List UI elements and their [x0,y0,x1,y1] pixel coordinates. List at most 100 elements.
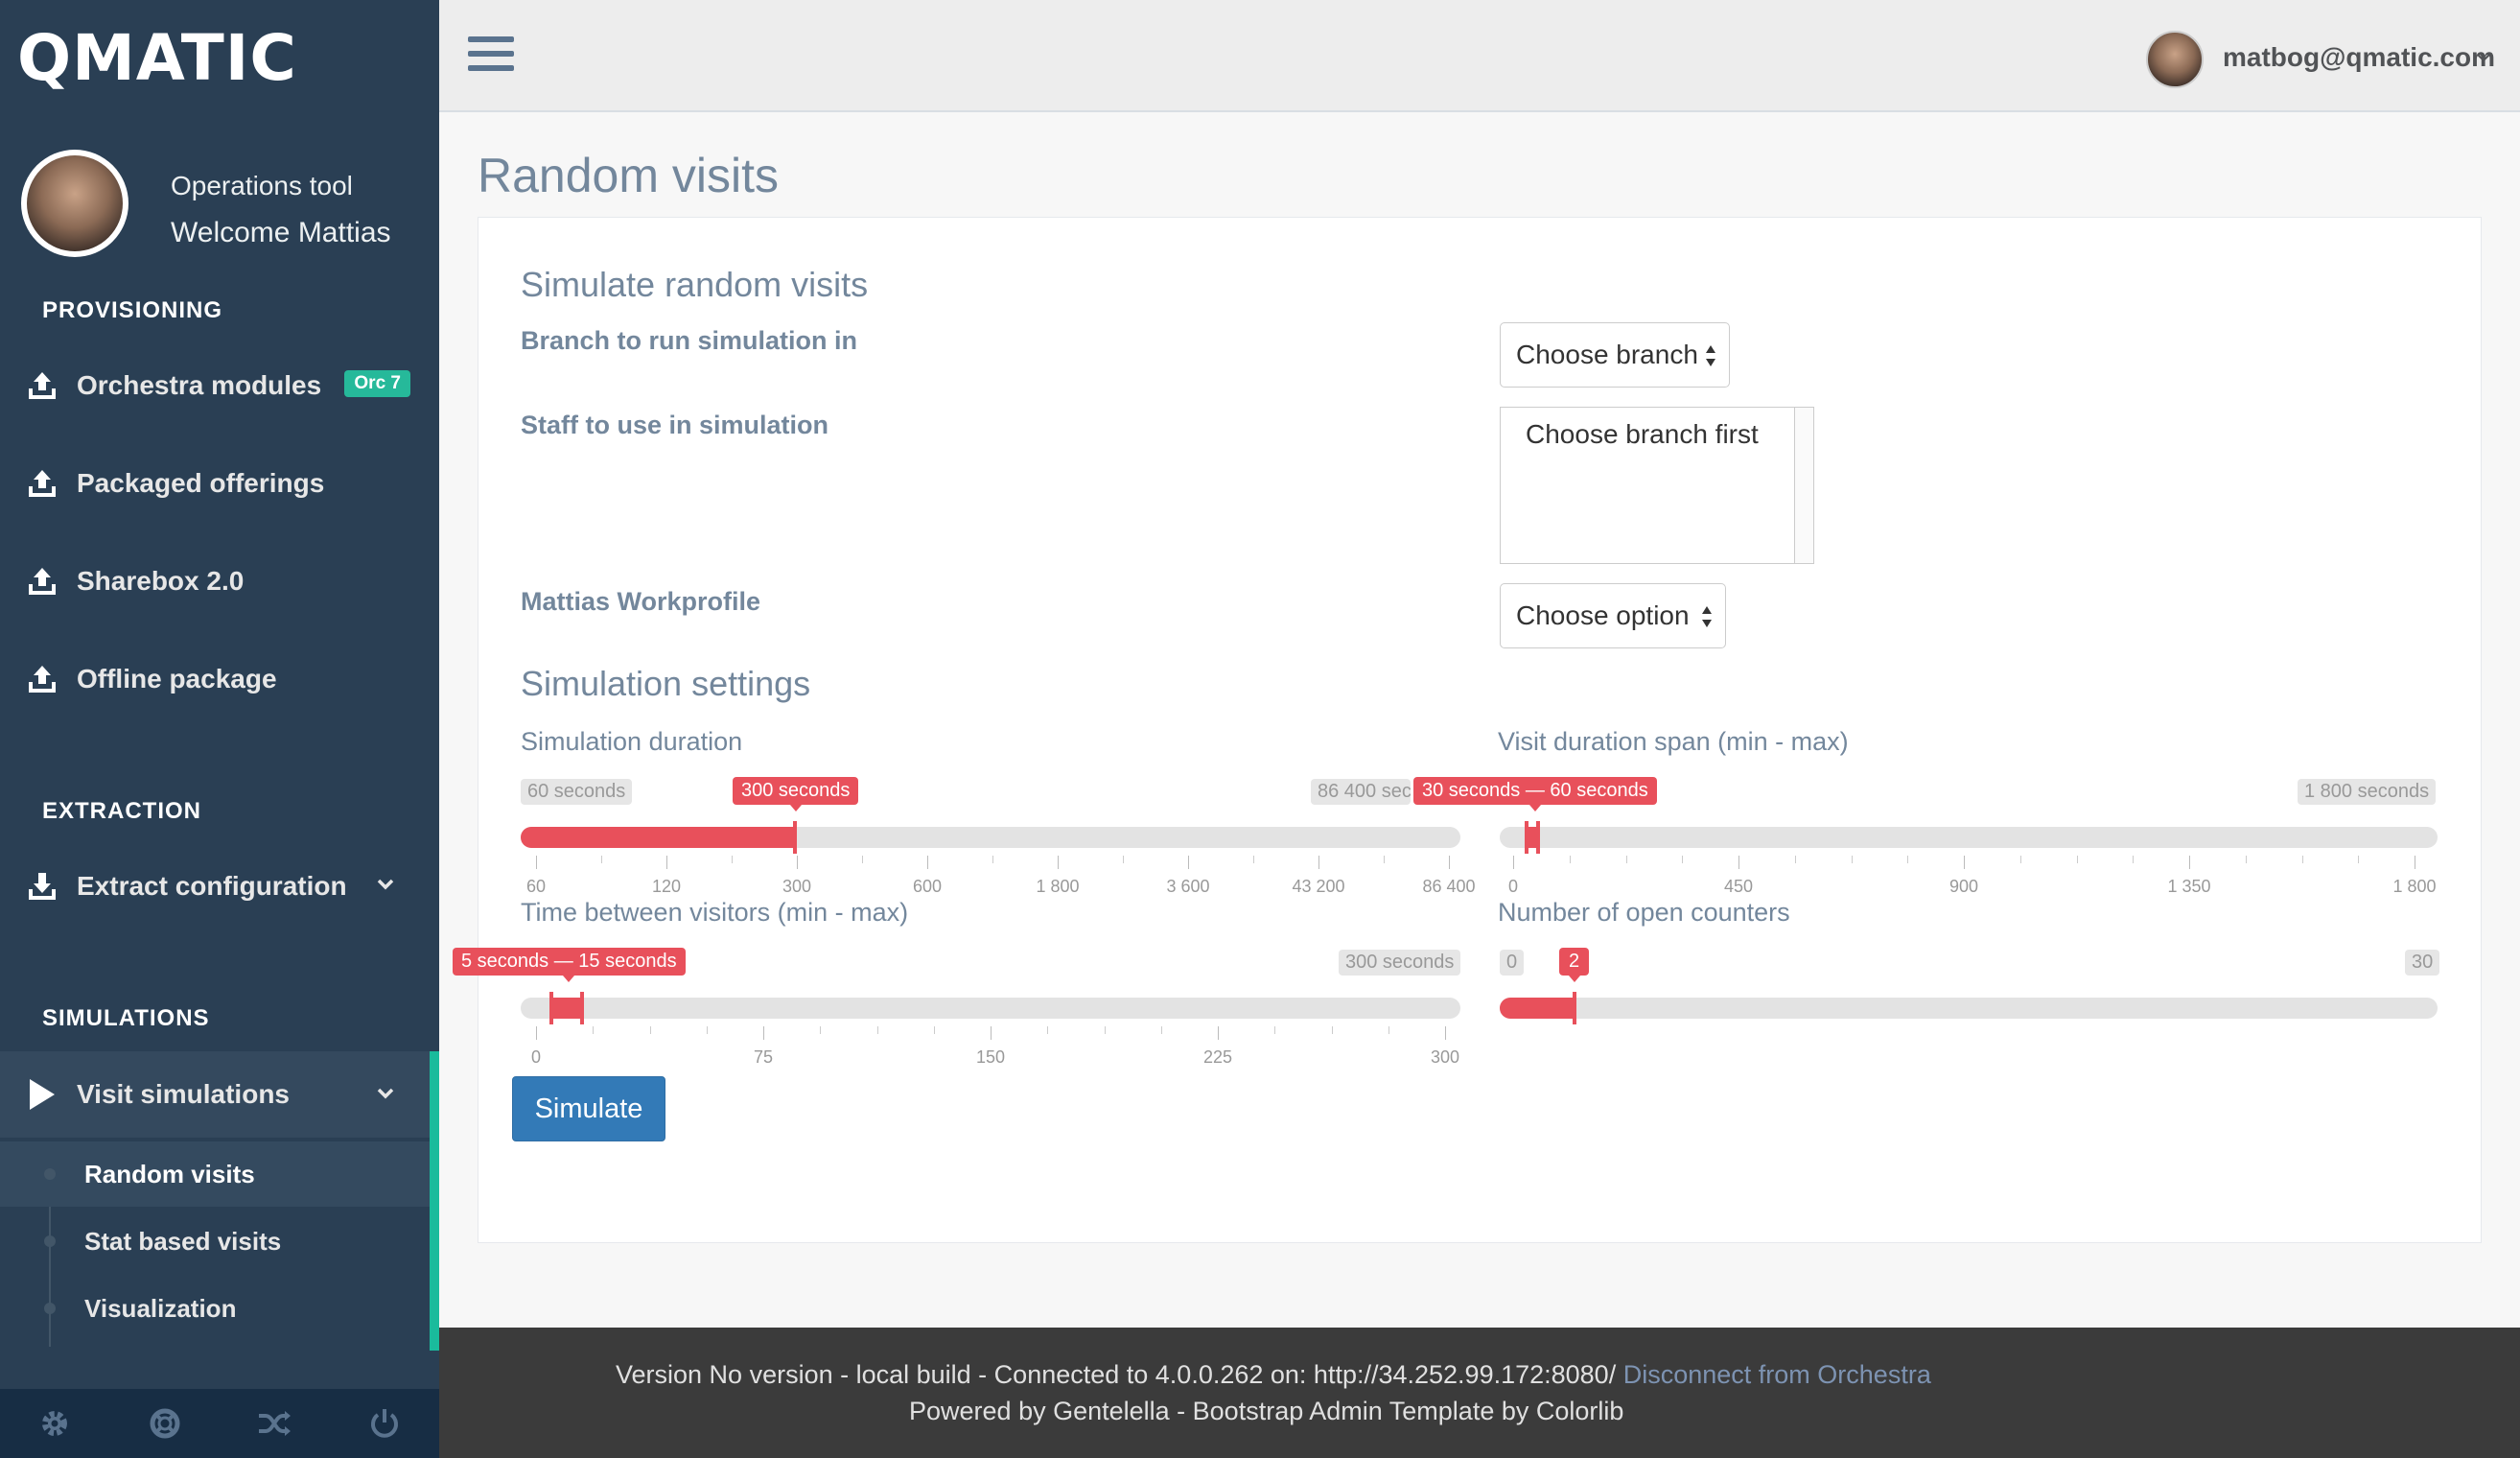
hamburger-menu-icon[interactable] [468,36,514,75]
slider-tick [1449,856,1450,869]
duration-max-label: 86 400 seconds [1311,779,1411,805]
play-icon [25,1077,59,1112]
chevron-down-icon [377,1088,394,1099]
sidebar-subitem-visualization[interactable]: Visualization [0,1276,430,1341]
counters-slider[interactable] [1500,992,2438,1024]
slider-tick [1445,1026,1446,1040]
slider-tick-label: 225 [1202,1047,1233,1067]
duration-min-label: 60 seconds [521,779,633,805]
help-button[interactable] [110,1389,221,1458]
page-title: Random visits [478,149,779,202]
slider-tick [1331,1026,1333,1034]
slider-tick-label: 43 200 [1292,877,1345,896]
section-title-simulate: Simulate random visits [521,265,869,304]
slider-tick [2133,856,2135,863]
slider-track [1500,998,2438,1019]
top-nav: matbog@qmatic.com [439,0,2520,112]
simulations-submenu: Random visits Stat based visits Visualiz… [0,1141,439,1351]
submenu-dot [44,1235,56,1247]
slider-tick-label: 900 [1948,877,1979,896]
logout-button[interactable] [330,1389,440,1458]
slider-tick-label: 0 [530,1047,542,1067]
submenu-dot [44,1168,56,1180]
slider-tick-label: 3 600 [1166,877,1210,896]
duration-slider-handle[interactable] [793,821,797,854]
slider-tick-label: 120 [651,877,682,896]
disconnect-link[interactable]: Disconnect from Orchestra [1623,1360,1931,1389]
counters-slider-handle[interactable] [1573,992,1576,1024]
section-extraction: EXTRACTION [42,798,201,824]
slider-tick [706,1026,708,1034]
staff-multiselect[interactable]: Choose branch first [1500,407,1814,564]
slider-tick-label: 86 400 [1422,877,1476,896]
slider-tick-label: 60 [525,877,547,896]
slider-tick [649,1026,651,1034]
footer-version-text: Version No version - local build - Conne… [616,1360,1617,1389]
slider-tick [1058,856,1059,869]
subitem-label: Random visits [84,1159,255,1188]
sidebar-item-label: Offline package [77,664,277,694]
duration-slider[interactable] [521,821,1460,854]
slider-tick [2245,856,2247,863]
slider-tick [991,1026,992,1040]
duration-value-tooltip: 300 seconds [733,777,859,811]
slider-tick [1907,856,1909,863]
slider-fill [551,998,582,1019]
counters-max-label: 30 [2405,950,2440,976]
user-avatar[interactable] [2146,31,2204,88]
user-menu[interactable]: matbog@qmatic.com [2223,42,2495,73]
slider-tick-label: 0 [1507,877,1519,896]
qmatic-logo[interactable]: QMATIC [17,21,297,95]
slider-tick [797,856,798,869]
profile-title: Operations tool [171,171,353,200]
slider-tick-label: 600 [912,877,943,896]
staff-list-scrollbar[interactable] [1794,408,1813,563]
sidebar-item-visit-simulations[interactable]: Visit simulations [0,1051,439,1138]
slider-tick [1964,856,1965,869]
slider-tick [601,856,602,863]
sidebar-item-packaged-offerings[interactable]: Packaged offerings [0,445,439,522]
shuffle-button[interactable] [220,1389,330,1458]
chevron-down-icon[interactable] [2474,48,2493,67]
sidebar-subitem-random-visits[interactable]: Random visits [0,1141,430,1207]
slider-tick-label: 300 [782,877,812,896]
sidebar-item-offline-package[interactable]: Offline package [0,641,439,717]
sidebar-item-sharebox[interactable]: Sharebox 2.0 [0,543,439,620]
between-max-label: 300 seconds [1339,950,1461,976]
slider-tick [2189,856,2190,869]
section-simulations: SIMULATIONS [42,1005,210,1031]
lifebuoy-icon [150,1408,180,1439]
branch-label: Branch to run simulation in [521,326,858,355]
sidebar-item-extract-configuration[interactable]: Extract configuration [0,848,439,925]
simulate-button[interactable]: Simulate [512,1076,665,1141]
slider-tick [2019,856,2021,863]
visit-span-max-handle[interactable] [1536,821,1540,854]
between-slider[interactable] [521,992,1460,1024]
slider-tick [1388,1026,1389,1034]
slider-tick [536,1026,537,1040]
footer-credits: Powered by Gentelella - Bootstrap Admin … [909,1397,1624,1425]
slider-tick [2076,856,2078,863]
sidebar-subitem-stat-based-visits[interactable]: Stat based visits [0,1209,430,1274]
branch-select-value: Choose branch [1516,340,1698,369]
slider-tick [1253,856,1254,863]
sidebar: QMATIC Operations tool Welcome Mattias P… [0,0,439,1458]
sidebar-item-label: Visit simulations [77,1079,290,1109]
power-icon [370,1409,398,1438]
slider-tick [763,1026,764,1040]
slider-tick [666,856,667,869]
between-max-handle[interactable] [580,992,584,1024]
visit-span-slider[interactable] [1500,821,2438,854]
between-label: Time between visitors (min - max) [521,898,909,927]
upload-icon [25,564,59,599]
between-min-handle[interactable] [549,992,553,1024]
branch-select[interactable]: Choose branch [1500,322,1730,388]
select-arrows-icon [1706,345,1715,366]
slider-tick [1274,1026,1276,1034]
visit-span-min-handle[interactable] [1525,821,1528,854]
settings-button[interactable] [0,1389,110,1458]
slider-tick [1569,856,1571,863]
sidebar-item-orchestra-modules[interactable]: Orchestra modules Orc 7 [0,347,439,424]
workprofile-select[interactable]: Choose option [1500,583,1726,648]
visit-span-max-label: 1 800 seconds [2298,779,2437,805]
